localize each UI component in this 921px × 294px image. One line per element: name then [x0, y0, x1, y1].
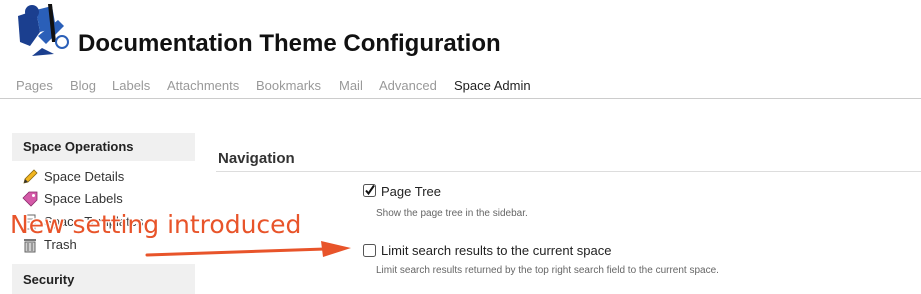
- sidebar-item-label: Space Labels: [44, 191, 123, 206]
- limit-search-description: Limit search results returned by the top…: [376, 265, 719, 276]
- sidebar-heading-security: Security: [23, 272, 75, 287]
- section-divider: [216, 171, 921, 172]
- limit-search-checkbox[interactable]: [363, 244, 376, 257]
- tab-mail[interactable]: Mail: [339, 78, 363, 93]
- page-title: Documentation Theme Configuration: [78, 30, 501, 57]
- confluence-logo-icon[interactable]: [12, 2, 74, 58]
- trash-icon: [22, 237, 38, 253]
- tag-icon: [22, 191, 38, 207]
- page-tree-checkbox[interactable]: [363, 184, 376, 197]
- pencil-icon: [22, 169, 38, 185]
- callout-text: New setting introduced: [10, 210, 302, 239]
- tab-pages[interactable]: Pages: [16, 78, 53, 93]
- page-tree-description: Show the page tree in the sidebar.: [376, 208, 528, 219]
- section-title-navigation: Navigation: [218, 150, 295, 167]
- sidebar-heading-space-operations: Space Operations: [23, 139, 134, 154]
- tab-bar: Pages Blog Labels Attachments Bookmarks …: [0, 74, 921, 99]
- tab-advanced[interactable]: Advanced: [379, 78, 437, 93]
- limit-search-label[interactable]: Limit search results to the current spac…: [381, 243, 612, 258]
- tab-blog[interactable]: Blog: [70, 78, 96, 93]
- tab-attachments[interactable]: Attachments: [167, 78, 239, 93]
- page-tree-label[interactable]: Page Tree: [381, 184, 441, 199]
- tab-bookmarks[interactable]: Bookmarks: [256, 78, 321, 93]
- sidebar-item-label: Space Details: [44, 169, 125, 184]
- tab-labels[interactable]: Labels: [112, 78, 150, 93]
- callout-arrow-icon: [145, 238, 355, 262]
- tab-space-admin[interactable]: Space Admin: [454, 78, 531, 93]
